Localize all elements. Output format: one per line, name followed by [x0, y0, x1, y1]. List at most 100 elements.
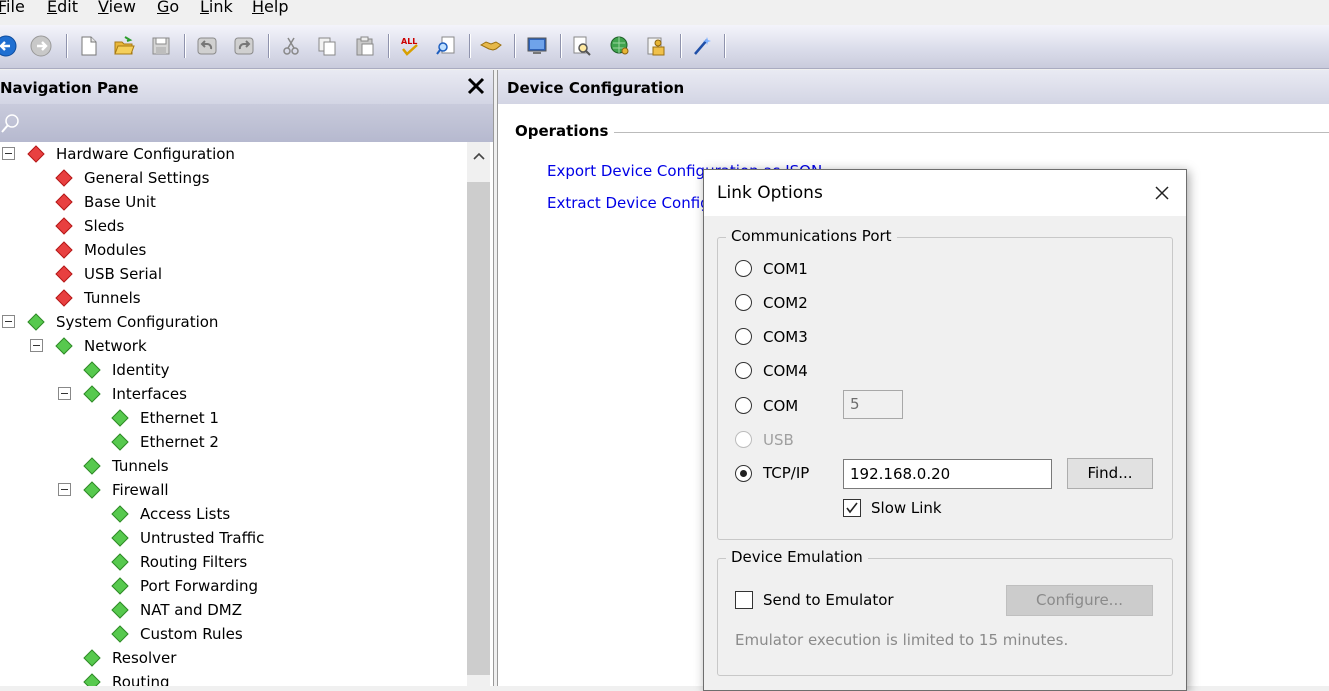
navigation-search-bar[interactable]	[0, 104, 493, 142]
tree-node-label: Access Lists	[140, 505, 231, 523]
tree-node[interactable]: Tunnels	[0, 454, 467, 478]
collapse-toggle-icon[interactable]	[58, 387, 71, 400]
tree-node[interactable]: Firewall	[0, 478, 467, 502]
link-options-dialog: Link Options Communications Port COM1 CO…	[703, 169, 1187, 691]
back-arrow-icon[interactable]	[0, 34, 18, 58]
tree-node[interactable]: Base Unit	[0, 190, 467, 214]
cut-icon[interactable]	[279, 34, 303, 58]
close-icon[interactable]	[466, 76, 486, 96]
tree-node[interactable]: USB Serial	[0, 262, 467, 286]
tree-node[interactable]: Ethernet 2	[0, 430, 467, 454]
tree-node[interactable]: Interfaces	[0, 382, 467, 406]
tree-node[interactable]: NAT and DMZ	[0, 598, 467, 622]
com-number-field[interactable]: 5	[843, 390, 903, 419]
open-folder-icon[interactable]	[112, 34, 136, 58]
tree-node[interactable]: Access Lists	[0, 502, 467, 526]
tree-node[interactable]: Identity	[0, 358, 467, 382]
slow-link-checkbox[interactable]	[843, 499, 861, 517]
tree-node-label: Tunnels	[112, 457, 169, 475]
red-diamond-icon	[55, 217, 73, 235]
tree-node[interactable]: Routing	[0, 670, 467, 686]
menu-edit-mnemonic: E	[47, 0, 58, 16]
copy-icon[interactable]	[315, 34, 339, 58]
radio-usb[interactable]	[735, 431, 752, 448]
tree-node[interactable]: Hardware Configuration	[0, 142, 467, 166]
radio-com2[interactable]	[735, 294, 752, 311]
folder-key-icon[interactable]	[644, 34, 668, 58]
tree-node[interactable]: Custom Rules	[0, 622, 467, 646]
collapse-toggle-icon[interactable]	[30, 339, 43, 352]
tree-node-label: General Settings	[84, 169, 210, 187]
tree-node[interactable]: Routing Filters	[0, 550, 467, 574]
menu-file[interactable]: File	[0, 0, 25, 16]
send-to-emulator-checkbox[interactable]	[735, 591, 753, 609]
tree-node-label: Routing Filters	[140, 553, 248, 571]
monitor-icon[interactable]	[525, 34, 549, 58]
close-icon[interactable]	[1152, 183, 1172, 203]
tree-node-label: Ethernet 1	[140, 409, 219, 427]
toolbar-separator	[514, 34, 516, 58]
find-icon[interactable]	[434, 34, 458, 58]
forward-arrow-icon[interactable]	[29, 34, 53, 58]
radio-com-custom[interactable]	[735, 397, 752, 414]
green-diamond-icon	[111, 601, 129, 619]
slow-link-label: Slow Link	[871, 499, 942, 517]
toolbar-separator	[469, 34, 471, 58]
green-diamond-icon	[55, 337, 73, 355]
tree-node[interactable]: Resolver	[0, 646, 467, 670]
scrollbar-thumb[interactable]	[467, 182, 490, 675]
undo-icon[interactable]	[195, 34, 219, 58]
tree-node[interactable]: General Settings	[0, 166, 467, 190]
navigation-tree: Hardware Configuration General Settings Ba…	[0, 142, 467, 686]
navigation-scrollbar[interactable]	[467, 142, 490, 686]
wand-icon[interactable]	[690, 34, 714, 58]
radio-tcpip[interactable]	[735, 465, 752, 482]
globe-key-icon[interactable]	[608, 34, 632, 58]
green-diamond-icon	[83, 673, 101, 686]
collapse-toggle-icon[interactable]	[2, 147, 15, 160]
search-icon[interactable]	[0, 112, 22, 134]
tree-node-label: System Configuration	[56, 313, 219, 331]
menu-go[interactable]: Go	[157, 0, 179, 16]
paste-icon[interactable]	[353, 34, 377, 58]
link-handshake-icon[interactable]	[479, 34, 503, 58]
collapse-toggle-icon[interactable]	[2, 315, 15, 328]
save-icon[interactable]	[149, 34, 173, 58]
spellcheck-all-icon[interactable]: ALL	[398, 34, 422, 58]
tree-node[interactable]: Tunnels	[0, 286, 467, 310]
tree-node[interactable]: System Configuration	[0, 310, 467, 334]
radio-com3[interactable]	[735, 328, 752, 345]
communications-port-title: Communications Port	[726, 227, 897, 245]
menu-link[interactable]: Link	[200, 0, 233, 16]
tree-node[interactable]: Sleds	[0, 214, 467, 238]
inspect-icon[interactable]	[570, 34, 594, 58]
tree-node-label: Firewall	[112, 481, 169, 499]
menu-help[interactable]: Help	[252, 0, 288, 16]
tcp-address-field[interactable]: 192.168.0.20	[843, 459, 1052, 489]
menu-edit[interactable]: Edit	[47, 0, 78, 16]
navigation-pane-header: Navigation Pane	[0, 70, 493, 104]
menu-view-label: iew	[108, 0, 136, 16]
configure-button[interactable]: Configure...	[1006, 585, 1153, 616]
red-diamond-icon	[27, 145, 45, 163]
find-button[interactable]: Find...	[1067, 458, 1153, 489]
tree-node[interactable]: Untrusted Traffic	[0, 526, 467, 550]
radio-com4[interactable]	[735, 362, 752, 379]
red-diamond-icon	[55, 241, 73, 259]
tree-node[interactable]: Ethernet 1	[0, 406, 467, 430]
menu-go-label: o	[169, 0, 180, 16]
new-file-icon[interactable]	[77, 34, 101, 58]
operations-section-title: Operations	[515, 122, 609, 140]
collapse-toggle-icon[interactable]	[58, 483, 71, 496]
redo-icon[interactable]	[232, 34, 256, 58]
menu-view[interactable]: View	[98, 0, 136, 16]
tree-node[interactable]: Network	[0, 334, 467, 358]
radio-com3-label: COM3	[763, 328, 808, 346]
red-diamond-icon	[55, 265, 73, 283]
tree-node[interactable]: Port Forwarding	[0, 574, 467, 598]
radio-com1-label: COM1	[763, 260, 808, 278]
scroll-up-icon[interactable]	[467, 142, 490, 170]
menu-link-mnemonic: L	[200, 0, 209, 16]
radio-com1[interactable]	[735, 260, 752, 277]
tree-node[interactable]: Modules	[0, 238, 467, 262]
